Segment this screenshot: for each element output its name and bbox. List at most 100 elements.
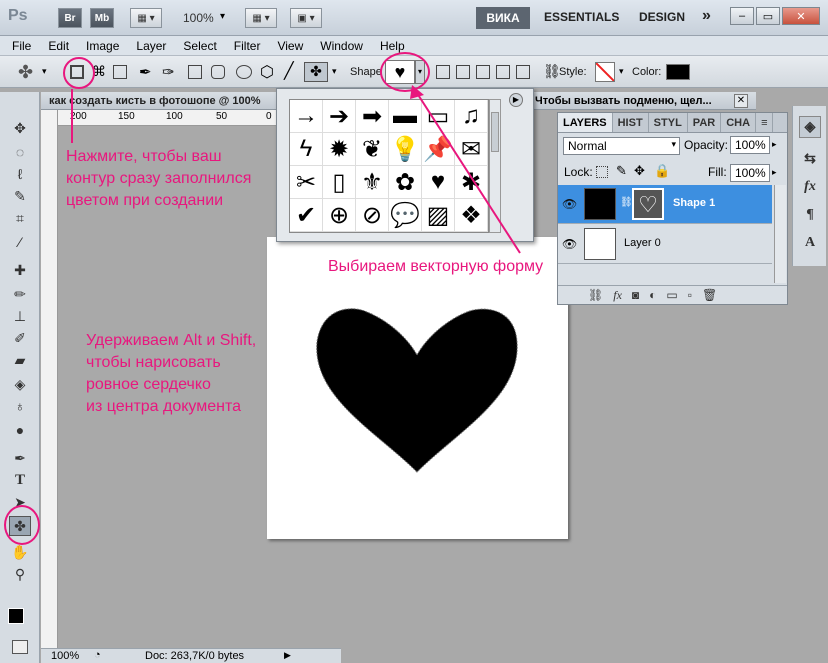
menu-file[interactable]: File [12,39,31,53]
shape-cell[interactable]: ⊘ [356,199,389,232]
zoom-level[interactable]: 100% [183,11,214,25]
link-layers-icon[interactable]: ⛓ [588,288,603,302]
fx-icon[interactable]: fx [799,176,821,198]
shape-cell[interactable]: → [290,100,323,133]
shape-cell[interactable]: ➡ [356,100,389,133]
crop-tool-icon[interactable]: ⌗ [11,210,29,226]
layer-fill-thumbnail[interactable] [584,188,616,220]
document-tab[interactable]: как создать кисть в фотошопе @ 100% [41,92,281,110]
polygon-tool-icon[interactable]: ⬡ [260,62,274,82]
tab-layers[interactable]: LAYERS [558,113,613,132]
paint-bucket-icon[interactable]: ◈ [11,376,29,392]
bridge-button[interactable]: Br [58,8,82,28]
status-menu-icon[interactable]: ▶ [284,650,291,661]
status-zoom[interactable]: 100% [51,650,79,662]
tab-channels[interactable]: CHA [721,113,757,132]
more-workspaces-icon[interactable]: » [702,7,711,25]
tab-paragraph[interactable]: PAR [688,113,722,132]
history-brush-icon[interactable]: ✐ [11,330,29,346]
layer-style-icon[interactable]: fx [613,288,622,303]
zoom-tool-icon[interactable]: ⚲ [11,566,29,582]
add-area-icon[interactable] [456,65,470,79]
menu-filter[interactable]: Filter [234,39,261,53]
adjustment-layer-icon[interactable]: ◐ [649,288,656,302]
arrange-documents-button[interactable]: ▦ ▾ [245,8,277,28]
eye-icon[interactable]: 👁 [562,237,577,251]
add-mask-icon[interactable]: ◙ [632,288,639,302]
tool-preset-dropdown-icon[interactable]: ▾ [42,66,47,77]
quick-selection-icon[interactable]: ✎ [11,188,29,204]
new-layer-icon[interactable]: ▫ [688,288,692,302]
hand-tool-icon[interactable]: ✋ [11,544,29,560]
shape-cell[interactable]: ✹ [323,133,356,166]
marquee-tool-icon[interactable]: ◌ [11,144,29,160]
eyedropper-icon[interactable]: ⁄ [11,234,29,250]
tool-preset-icon[interactable]: ✤ [18,62,33,83]
menu-help[interactable]: Help [380,39,405,53]
new-layer-mode-icon[interactable] [436,65,450,79]
vector-mask-thumbnail[interactable]: ♡ [632,188,664,220]
zoom-dropdown-icon[interactable]: ▾ [220,11,225,22]
exclude-area-icon[interactable] [516,65,530,79]
pen-tool-icon-2[interactable]: ✒ [11,450,29,466]
minimize-button[interactable]: – [730,7,754,25]
lock-position-icon[interactable]: ✥ [634,163,645,179]
panel-menu-icon[interactable]: ≡ [756,113,774,132]
fill-field[interactable]: 100% [730,164,770,182]
opacity-slider-icon[interactable]: ▸ [772,139,777,150]
new-group-icon[interactable]: ▭ [666,288,677,302]
document-canvas[interactable] [267,237,568,539]
workspace-vika[interactable]: ВИКА [476,7,530,29]
rectangle-tool-icon[interactable] [188,65,202,79]
style-swatch[interactable] [595,62,615,82]
intersect-area-icon[interactable] [496,65,510,79]
shape-cell[interactable]: ❦ [356,133,389,166]
type-tool-icon[interactable]: T [11,472,29,488]
shape-cell[interactable]: ➔ [323,100,356,133]
menu-edit[interactable]: Edit [48,39,69,53]
shape-cell[interactable]: ▯ [323,166,356,199]
layers-scrollbar[interactable] [774,185,786,283]
rounded-rectangle-icon[interactable] [211,65,225,79]
pen-tool-icon[interactable]: ✒ [139,63,152,81]
adjustments-icon[interactable]: ⇆ [799,148,821,170]
blend-mode-select[interactable]: Normal ▾ [563,137,680,155]
shape-cell[interactable]: ⚜ [356,166,389,199]
layers-panel-icon[interactable]: ◈ [799,116,821,138]
dodge-tool-icon[interactable]: ● [11,422,29,438]
link-icon[interactable]: ⛓ [620,197,633,208]
ellipse-tool-icon[interactable] [236,65,252,79]
menu-layer[interactable]: Layer [136,39,166,53]
screen-mode-button[interactable]: ▣ ▾ [290,8,322,28]
mini-bridge-button[interactable]: Mb [90,8,114,28]
paragraph-icon[interactable]: ¶ [799,204,821,226]
clone-stamp-icon[interactable]: ⊥ [11,308,29,324]
menu-view[interactable]: View [277,39,303,53]
workspace-design[interactable]: DESIGN [639,10,685,24]
close-tab-icon[interactable]: ✕ [734,94,748,108]
menu-window[interactable]: Window [320,39,363,53]
tab-styles[interactable]: STYL [649,113,688,132]
healing-brush-icon[interactable]: ✚ [11,262,29,278]
freeform-pen-icon[interactable]: ✑ [162,63,175,81]
menu-image[interactable]: Image [86,39,119,53]
style-dropdown-icon[interactable]: ▾ [619,66,624,77]
eye-icon[interactable]: 👁 [562,197,577,211]
brush-tool-icon[interactable]: ✏ [11,286,29,302]
fill-pixels-icon[interactable] [113,65,127,79]
character-icon[interactable]: A [799,232,821,254]
status-options-icon[interactable]: ◔ [94,649,101,661]
quick-mask-icon[interactable] [12,640,28,654]
custom-shape-tool-icon[interactable]: ✤ [304,62,328,82]
close-button[interactable]: ✕ [782,7,820,25]
eraser-tool-icon[interactable]: ▰ [11,352,29,368]
opacity-field[interactable]: 100% [730,136,770,154]
layer-name[interactable]: Layer 0 [624,237,661,249]
move-tool-icon[interactable]: ✥ [11,120,29,136]
layer-name[interactable]: Shape 1 [673,197,715,209]
line-tool-icon[interactable]: ╱ [284,61,294,81]
blur-tool-icon[interactable]: ♁ [11,398,29,414]
tab-history[interactable]: HIST [613,113,649,132]
color-swatch[interactable] [666,64,690,80]
workspace-essentials[interactable]: ESSENTIALS [544,10,619,24]
